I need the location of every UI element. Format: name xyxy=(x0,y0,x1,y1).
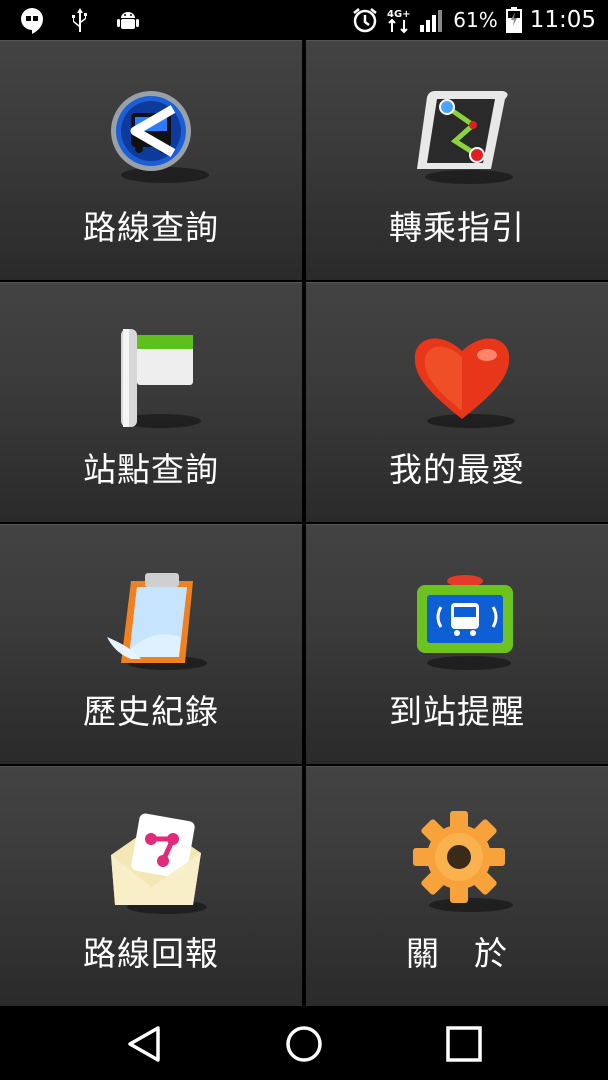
envelope-share-icon xyxy=(111,813,207,914)
battery-percent: 61% xyxy=(453,8,498,32)
route-report-label: 路線回報 xyxy=(83,934,219,973)
usb-icon xyxy=(72,8,87,32)
signal-icon xyxy=(420,10,443,32)
flag-icon xyxy=(121,329,201,428)
heart-icon xyxy=(414,338,515,428)
gear-icon xyxy=(413,811,513,912)
clipboard-icon xyxy=(107,573,207,670)
network-icon: 4G+ xyxy=(387,9,411,34)
transfer-map-icon xyxy=(417,91,513,184)
main-menu-grid: 路線查詢 轉乘指引 站點查詢 我的最愛 歷史紀錄 到站提醒 路線回報 關 於 xyxy=(0,40,608,1008)
stop-query-label: 站點查詢 xyxy=(83,450,219,489)
back-icon[interactable] xyxy=(120,1020,168,1068)
arrival-alert-button[interactable]: 到站提醒 xyxy=(306,524,608,764)
route-report-button[interactable]: 路線回報 xyxy=(0,766,302,1006)
status-bar: 4G+ 61% 11:05 xyxy=(0,0,608,40)
arrival-alert-label: 到站提醒 xyxy=(389,692,525,731)
favorites-label: 我的最愛 xyxy=(389,450,525,489)
clock: 11:05 xyxy=(529,7,596,33)
svg-text:4G+: 4G+ xyxy=(387,9,411,20)
transfer-guide-label: 轉乘指引 xyxy=(389,208,525,247)
bus-alert-icon xyxy=(417,575,513,670)
android-debug-icon xyxy=(117,12,139,29)
battery-icon xyxy=(505,7,522,33)
hangouts-icon xyxy=(21,8,43,34)
bus-route-icon xyxy=(111,91,209,183)
history-button[interactable]: 歷史紀錄 xyxy=(0,524,302,764)
recents-icon[interactable] xyxy=(440,1020,488,1068)
home-icon[interactable] xyxy=(280,1020,328,1068)
route-query-label: 路線查詢 xyxy=(83,208,219,247)
route-query-button[interactable]: 路線查詢 xyxy=(0,40,302,280)
about-button[interactable]: 關 於 xyxy=(306,766,608,1006)
stop-query-button[interactable]: 站點查詢 xyxy=(0,282,302,522)
history-label: 歷史紀錄 xyxy=(83,692,219,731)
about-label: 關 於 xyxy=(406,934,508,973)
transfer-guide-button[interactable]: 轉乘指引 xyxy=(306,40,608,280)
alarm-icon xyxy=(353,8,378,33)
navigation-bar xyxy=(0,1008,608,1080)
favorites-button[interactable]: 我的最愛 xyxy=(306,282,608,522)
